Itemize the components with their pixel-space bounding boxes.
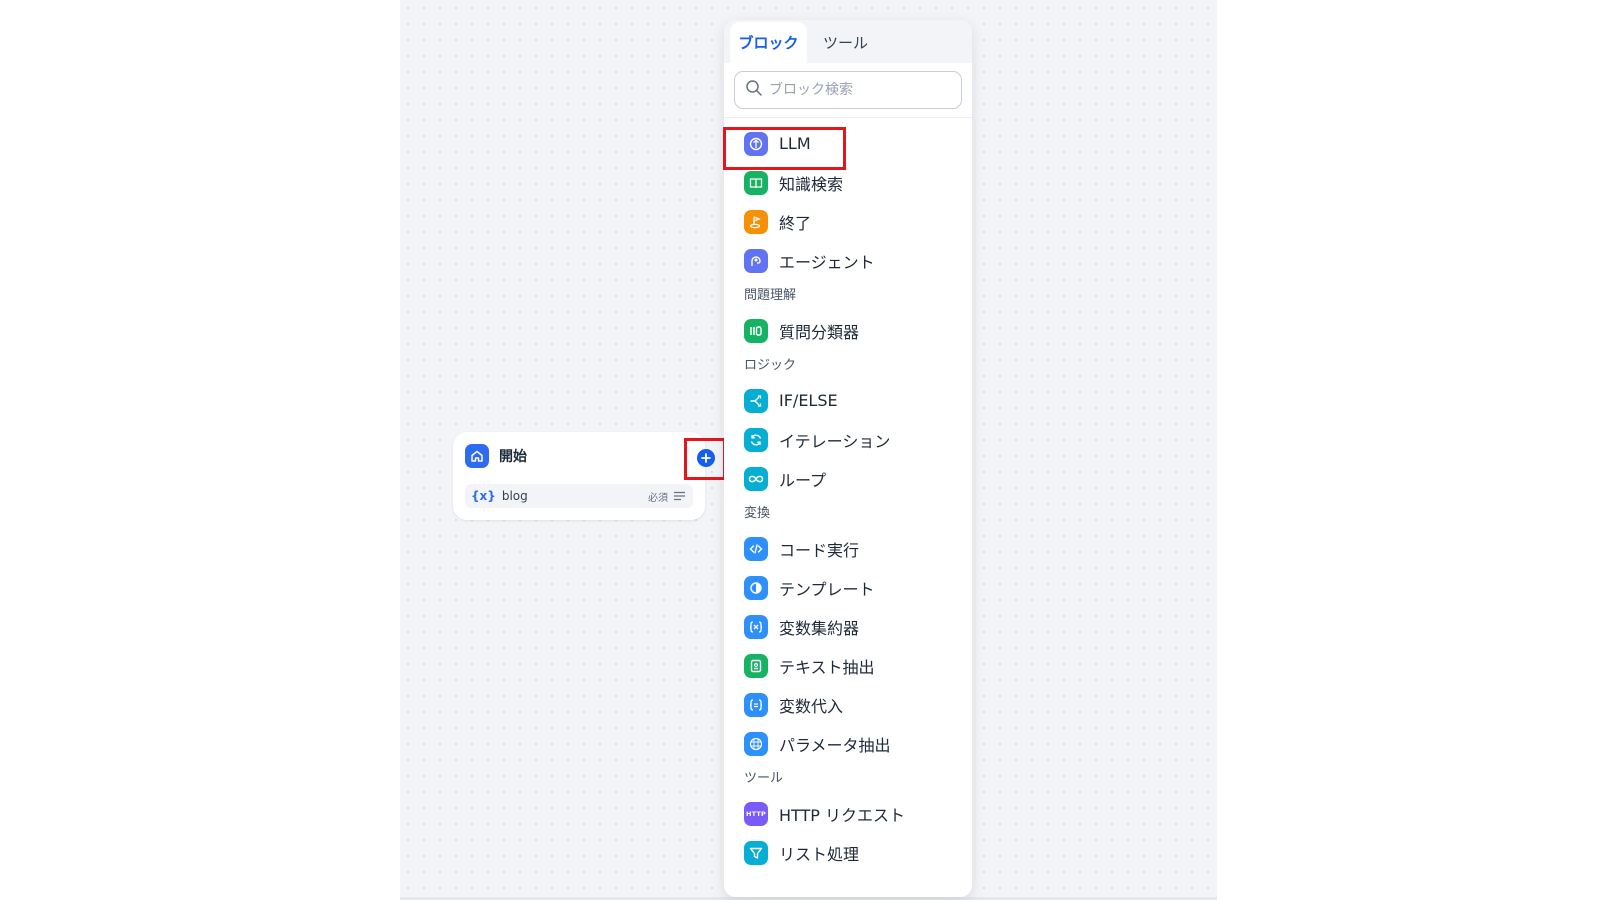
text-lines-icon bbox=[674, 491, 685, 501]
block-item-variable-aggregator[interactable]: 変数集約器 bbox=[724, 607, 972, 646]
block-label-variable-assign: 変数代入 bbox=[779, 696, 844, 716]
block-item-if-else[interactable]: IF/ELSE bbox=[724, 381, 972, 420]
block-item-parameter-extract[interactable]: パラメータ抽出 bbox=[724, 724, 972, 763]
block-search-input[interactable] bbox=[767, 81, 941, 99]
block-label-knowledge-retrieval: 知識検索 bbox=[779, 174, 844, 194]
filter-icon bbox=[744, 840, 768, 865]
home-icon bbox=[465, 444, 489, 468]
group-title-tools: ツール bbox=[744, 771, 784, 786]
block-item-end[interactable]: 終了 bbox=[724, 202, 972, 241]
search-box[interactable] bbox=[734, 71, 962, 109]
search-area bbox=[724, 63, 972, 118]
code-icon bbox=[744, 536, 768, 561]
panel-tabs: ブロック ツール bbox=[724, 20, 972, 63]
block-label-list-operator: リスト処理 bbox=[779, 844, 860, 864]
variable-braces-icon bbox=[744, 614, 768, 639]
template-icon bbox=[744, 575, 768, 600]
classifier-icon bbox=[744, 318, 768, 343]
llm-highlight bbox=[723, 127, 846, 170]
block-label-parameter-extract: パラメータ抽出 bbox=[779, 735, 891, 755]
block-label-question-classifier: 質問分類器 bbox=[779, 322, 860, 342]
tab-blocks[interactable]: ブロック bbox=[730, 22, 807, 63]
group-title-logic: ロジック bbox=[744, 358, 797, 373]
block-item-iteration[interactable]: イテレーション bbox=[724, 420, 972, 459]
agent-icon bbox=[744, 248, 768, 273]
start-variable-row[interactable]: {x} blog 必須 bbox=[465, 484, 693, 508]
block-list: LLM 知識検索 終了 エージェント 問題理解 質問分類器 ロジック IF/EL… bbox=[724, 118, 972, 872]
refresh-icon bbox=[744, 427, 768, 452]
assign-icon bbox=[744, 692, 768, 717]
search-icon bbox=[745, 79, 763, 101]
add-button-highlight bbox=[684, 438, 726, 480]
block-item-template[interactable]: テンプレート bbox=[724, 568, 972, 607]
block-label-end: 終了 bbox=[779, 213, 812, 233]
block-item-question-classifier[interactable]: 質問分類器 bbox=[724, 311, 972, 350]
start-node-header: 開始 bbox=[465, 444, 527, 468]
http-icon-text: HTTP bbox=[745, 809, 767, 818]
block-label-http-request: HTTP リクエスト bbox=[779, 805, 906, 825]
grid-icon bbox=[744, 731, 768, 756]
group-title-transform: 変換 bbox=[744, 506, 771, 521]
group-title-question: 問題理解 bbox=[744, 288, 797, 303]
variable-name: blog bbox=[501, 489, 528, 503]
block-item-variable-assign[interactable]: 変数代入 bbox=[724, 685, 972, 724]
block-label-code: コード実行 bbox=[779, 540, 860, 560]
block-label-template: テンプレート bbox=[779, 579, 875, 599]
block-item-loop[interactable]: ループ bbox=[724, 459, 972, 498]
block-item-code[interactable]: コード実行 bbox=[724, 529, 972, 568]
block-label-if-else: IF/ELSE bbox=[779, 391, 838, 410]
block-item-text-extract[interactable]: テキスト抽出 bbox=[724, 646, 972, 685]
block-label-agent: エージェント bbox=[779, 252, 875, 272]
book-icon bbox=[744, 170, 768, 195]
block-item-list-operator[interactable]: リスト処理 bbox=[724, 833, 972, 872]
block-label-loop: ループ bbox=[779, 470, 827, 490]
flag-icon bbox=[744, 209, 768, 234]
block-label-text-extract: テキスト抽出 bbox=[779, 657, 875, 677]
start-node[interactable]: 開始 {x} blog 必須 bbox=[453, 432, 705, 520]
block-item-agent[interactable]: エージェント bbox=[724, 241, 972, 280]
branch-icon bbox=[744, 388, 768, 413]
document-icon bbox=[744, 653, 768, 678]
start-node-title: 開始 bbox=[499, 449, 527, 465]
http-icon: HTTP bbox=[744, 801, 768, 826]
tab-tools[interactable]: ツール bbox=[807, 22, 884, 63]
block-label-iteration: イテレーション bbox=[779, 431, 891, 451]
required-label: 必須 bbox=[648, 492, 668, 504]
infinity-icon bbox=[744, 466, 768, 491]
block-label-variable-aggregator: 変数集約器 bbox=[779, 618, 860, 638]
block-item-http-request[interactable]: HTTP HTTP リクエスト bbox=[724, 794, 972, 833]
variable-icon: {x} bbox=[471, 489, 496, 503]
